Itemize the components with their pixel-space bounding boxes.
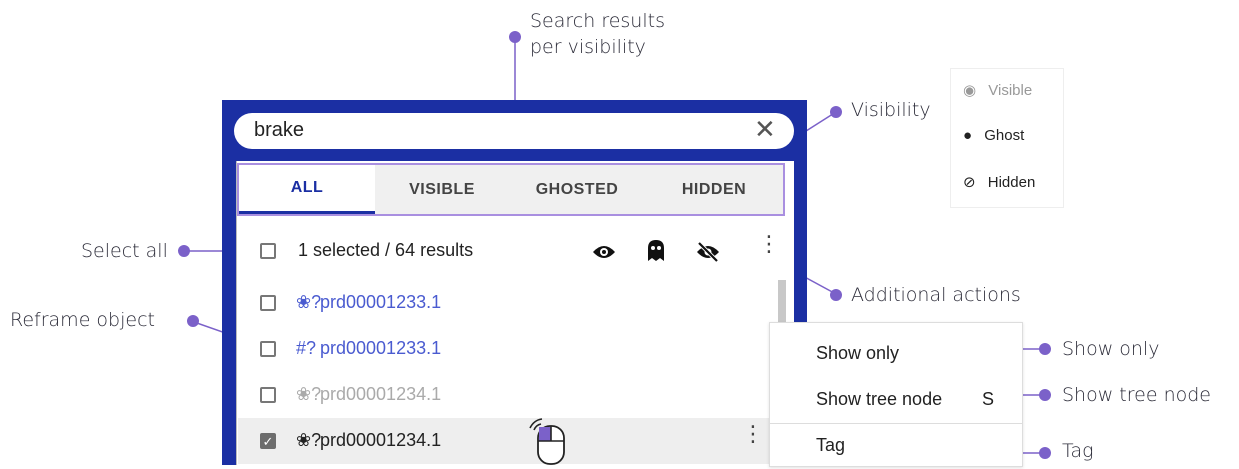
part-icon: ❀? xyxy=(296,430,322,450)
tag-dot xyxy=(1039,447,1051,459)
ghost-icon[interactable] xyxy=(646,239,666,263)
part-icon: ❀? xyxy=(296,292,322,312)
callout-show-only: Show only xyxy=(1062,338,1160,360)
row-label[interactable]: prd00001234.1 xyxy=(320,384,441,405)
callout-search-results: Search results per visibility xyxy=(530,8,665,60)
callout-additional-actions: Additional actions xyxy=(851,284,1021,306)
menu-item-show-tree-node[interactable]: Show tree node S xyxy=(770,377,1022,423)
results-toolbar: 1 selected / 64 results ⋮ xyxy=(238,228,783,274)
callout-select-all: Select all xyxy=(81,240,168,262)
ghost-icon: ● xyxy=(963,127,973,144)
row-checkbox[interactable] xyxy=(260,295,276,311)
more-actions-icon[interactable]: ⋮ xyxy=(758,233,780,255)
search-input[interactable]: brake xyxy=(254,119,304,142)
row-label[interactable]: prd00001234.1 xyxy=(320,430,441,451)
callout-show-tree-node: Show tree node xyxy=(1062,384,1211,406)
tab-visible[interactable]: VISIBLE xyxy=(375,165,509,214)
additional-actions-dot xyxy=(830,289,842,301)
hidden-eye-icon: ⊘ xyxy=(963,174,976,191)
list-item[interactable]: ❀? prd00001234.1 xyxy=(238,372,783,418)
callout-search-results-line1: Search results xyxy=(530,10,665,32)
visibility-legend: ◉ Visible ● Ghost ⊘ Hidden xyxy=(950,68,1064,208)
row-more-icon[interactable]: ⋮ xyxy=(742,423,764,445)
hidden-eye-icon[interactable] xyxy=(696,241,720,263)
callout-visibility: Visibility xyxy=(851,99,931,121)
part-icon: #? xyxy=(296,338,317,358)
tab-hidden[interactable]: HIDDEN xyxy=(645,165,783,214)
eye-icon: ◉ xyxy=(963,82,977,99)
select-all-dot xyxy=(178,245,190,257)
close-icon[interactable]: ✕ xyxy=(754,114,776,145)
list-item[interactable]: ✓ ❀? prd00001234.1 ⋮ xyxy=(238,418,783,464)
menu-item-shortcut: S xyxy=(982,389,995,409)
menu-item-label: Tag xyxy=(816,435,846,455)
show-only-dot xyxy=(1039,343,1051,355)
selection-summary: 1 selected / 64 results xyxy=(298,240,474,260)
menu-item-label: Show tree node xyxy=(816,389,943,409)
row-checkbox[interactable] xyxy=(260,387,276,403)
tab-all[interactable]: ALL xyxy=(239,165,375,214)
row-label[interactable]: prd00001233.1 xyxy=(320,292,441,313)
reframe-object-dot xyxy=(187,315,199,327)
show-tree-node-dot xyxy=(1039,389,1051,401)
select-all-checkbox[interactable] xyxy=(260,243,276,259)
callout-search-results-line2: per visibility xyxy=(530,36,646,58)
callout-tag: Tag xyxy=(1062,440,1094,462)
legend-ghost: ● Ghost xyxy=(963,127,1024,144)
search-results-dot xyxy=(509,31,521,43)
list-item[interactable]: #? prd00001233.1 xyxy=(238,326,783,372)
legend-hidden-label: Hidden xyxy=(987,174,1036,191)
part-icon: ❀? xyxy=(296,384,322,404)
eye-icon[interactable] xyxy=(592,242,616,262)
legend-visible-label: Visible xyxy=(988,82,1033,99)
legend-visible: ◉ Visible xyxy=(963,81,1032,99)
search-field[interactable]: brake ✕ xyxy=(234,113,794,149)
context-menu: Show only Show tree node S Tag xyxy=(769,322,1023,467)
tab-ghosted[interactable]: GHOSTED xyxy=(509,165,645,214)
mouse-icon xyxy=(529,418,565,465)
list-item[interactable]: ❀? prd00001233.1 xyxy=(238,280,783,326)
callout-reframe-object: Reframe object xyxy=(10,309,155,331)
legend-ghost-label: Ghost xyxy=(984,127,1025,144)
menu-item-tag[interactable]: Tag xyxy=(770,423,1022,469)
row-label[interactable]: prd00001233.1 xyxy=(320,338,441,359)
visibility-dot xyxy=(830,106,842,118)
menu-item-label: Show only xyxy=(816,343,900,363)
visibility-tabs: ALL VISIBLE GHOSTED HIDDEN xyxy=(237,163,785,216)
legend-hidden: ⊘ Hidden xyxy=(963,173,1035,191)
row-checkbox[interactable]: ✓ xyxy=(260,433,276,449)
row-checkbox[interactable] xyxy=(260,341,276,357)
menu-item-show-only[interactable]: Show only xyxy=(770,331,1022,377)
